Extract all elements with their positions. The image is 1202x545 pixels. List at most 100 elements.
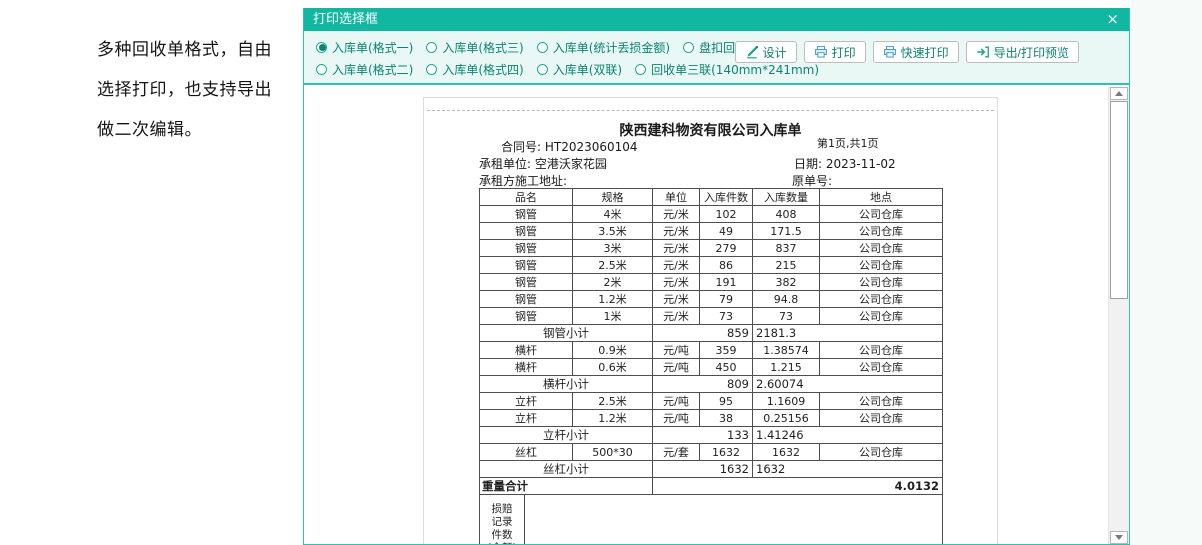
- site-address: 承租方施工地址:: [479, 174, 568, 188]
- table-cell: 408: [752, 205, 820, 223]
- subtotal-pieces: 859: [652, 324, 753, 342]
- print-select-dialog: 打印选择框 × 入库单(格式一) 入库单(格式三) 入库单(统计丢损金额) 盘扣回收单…: [303, 8, 1130, 545]
- table-row: 钢管 2米 元/米 191 382 公司仓库: [479, 273, 943, 291]
- radio-icon: [635, 63, 647, 75]
- table-cell: 49: [699, 222, 753, 240]
- table-cell: 0.25156: [752, 409, 820, 427]
- table-cell: 1.1609: [752, 392, 820, 410]
- total-value: 4.0132: [652, 477, 943, 495]
- subtotal-row: 立杆小计 133 1.41246: [479, 426, 943, 444]
- table-cell: 73: [752, 307, 820, 325]
- format-option-6[interactable]: 入库单(格式四): [426, 61, 524, 78]
- format-option-7[interactable]: 入库单(双联): [536, 61, 623, 78]
- table-cell: 2.5米: [572, 256, 653, 274]
- table-cell: 钢管: [479, 205, 573, 223]
- table-cell: 0.6米: [572, 358, 653, 376]
- radio-icon: [536, 63, 548, 75]
- total-label: 重量合计: [479, 477, 653, 495]
- subtotal-row: 横杆小计 809 2.60074: [479, 375, 943, 393]
- column-header: 入库数量: [752, 188, 820, 206]
- radio-icon: [683, 41, 695, 53]
- dialog-title: 打印选择框: [313, 12, 379, 27]
- table-cell: 1.215: [752, 358, 820, 376]
- table-cell: 1632: [752, 443, 820, 461]
- feature-note-text: 多种回收单格式，自由选择打印，也支持导出做二次编辑。: [97, 40, 272, 140]
- radio-icon: [536, 41, 548, 53]
- design-button[interactable]: 设计: [734, 41, 797, 63]
- table-cell: 公司仓库: [819, 273, 943, 291]
- table-cell: 元/米: [652, 256, 700, 274]
- format-option-2[interactable]: 入库单(格式三): [426, 39, 524, 56]
- table-cell: 38: [699, 409, 753, 427]
- table-cell: 73: [699, 307, 753, 325]
- damage-note-line: (金额): [481, 542, 523, 545]
- table-cell: 元/米: [652, 307, 700, 325]
- arrow-up-icon: [1115, 91, 1123, 96]
- table-cell: 279: [699, 239, 753, 257]
- format-option-8[interactable]: 回收单三联(140mm*241mm): [635, 61, 819, 78]
- scrollbar-thumb[interactable]: [1110, 101, 1128, 299]
- table-cell: 公司仓库: [819, 290, 943, 308]
- button-label: 设计: [762, 45, 787, 60]
- format-option-5[interactable]: 入库单(格式二): [316, 61, 413, 78]
- renter-unit: 承租单位: 空港沃家花园: [479, 157, 607, 171]
- table-cell: 丝杠: [479, 443, 573, 461]
- table-cell: 公司仓库: [819, 341, 943, 359]
- print-button[interactable]: 打印: [803, 41, 866, 63]
- damage-note-label: 损赔记录件数(金额): [479, 494, 525, 545]
- format-option-1[interactable]: 入库单(格式一): [316, 39, 413, 56]
- subtotal-pieces: 809: [652, 375, 753, 393]
- table-cell: 公司仓库: [819, 307, 943, 325]
- damage-note-row: 损赔记录件数(金额): [479, 494, 943, 545]
- table-row: 钢管 3.5米 元/米 49 171.5 公司仓库: [479, 222, 943, 240]
- format-option-label: 回收单三联(140mm*241mm): [651, 62, 820, 77]
- button-label: 快速打印: [900, 45, 949, 60]
- format-option-label: 入库单(格式三): [442, 40, 524, 55]
- print-icon: [814, 45, 828, 59]
- arrow-down-icon: [1115, 535, 1123, 540]
- table-cell: 钢管: [479, 239, 573, 257]
- preview-scrollbar[interactable]: [1108, 87, 1129, 544]
- format-option-label: 入库单(双联): [552, 62, 623, 77]
- table-cell: 元/吨: [652, 341, 700, 359]
- scroll-down-button[interactable]: [1110, 531, 1128, 544]
- quick-print-button[interactable]: 快速打印: [872, 41, 959, 63]
- radio-icon: [426, 41, 438, 53]
- radio-icon: [316, 63, 327, 75]
- dialog-header: 打印选择框 ×: [304, 8, 1129, 31]
- action-buttons-group: 设计 打印 快速打印 导出/打印预览: [734, 41, 1079, 63]
- table-cell: 元/米: [652, 205, 700, 223]
- table-cell: 3米: [572, 239, 653, 257]
- table-row: 横杆 0.9米 元/吨 359 1.38574 公司仓库: [479, 341, 943, 359]
- document-date: 日期: 2023-11-02: [794, 157, 896, 171]
- table-cell: 公司仓库: [819, 205, 943, 223]
- table-row: 钢管 1米 元/米 73 73 公司仓库: [479, 307, 943, 325]
- format-option-3[interactable]: 入库单(统计丢损金额): [536, 39, 670, 56]
- subtotal-quantity: 2.60074: [752, 375, 943, 393]
- table-row: 钢管 4米 元/米 102 408 公司仓库: [479, 205, 943, 223]
- table-cell: 500*30: [572, 443, 653, 461]
- format-option-label: 入库单(格式二): [332, 62, 414, 77]
- damage-note-empty-cell: [524, 494, 943, 544]
- radio-icon: [426, 63, 438, 75]
- close-icon[interactable]: ×: [1106, 8, 1119, 31]
- scroll-up-button[interactable]: [1110, 87, 1128, 100]
- table-cell: 1.38574: [752, 341, 820, 359]
- table-cell: 钢管: [479, 273, 573, 291]
- table-row: 横杆 0.6米 元/吨 450 1.215 公司仓库: [479, 358, 943, 376]
- quick-print-icon: [883, 45, 897, 59]
- table-cell: 3.5米: [572, 222, 653, 240]
- subtotal-row: 钢管小计 859 2181.3: [479, 324, 943, 342]
- table-cell: 86: [699, 256, 753, 274]
- table-cell: 立杆: [479, 409, 573, 427]
- column-header: 品名: [479, 188, 573, 206]
- damage-note-line: 件数: [491, 528, 513, 541]
- table-cell: 元/米: [652, 239, 700, 257]
- page-right-margin: [1131, 0, 1202, 545]
- table-row: 钢管 1.2米 元/米 79 94.8 公司仓库: [479, 290, 943, 308]
- table-cell: 1.2米: [572, 290, 653, 308]
- table-cell: 横杆: [479, 341, 573, 359]
- export-button[interactable]: 导出/打印预览: [965, 41, 1079, 63]
- table-cell: 95: [699, 392, 753, 410]
- table-cell: 钢管: [479, 222, 573, 240]
